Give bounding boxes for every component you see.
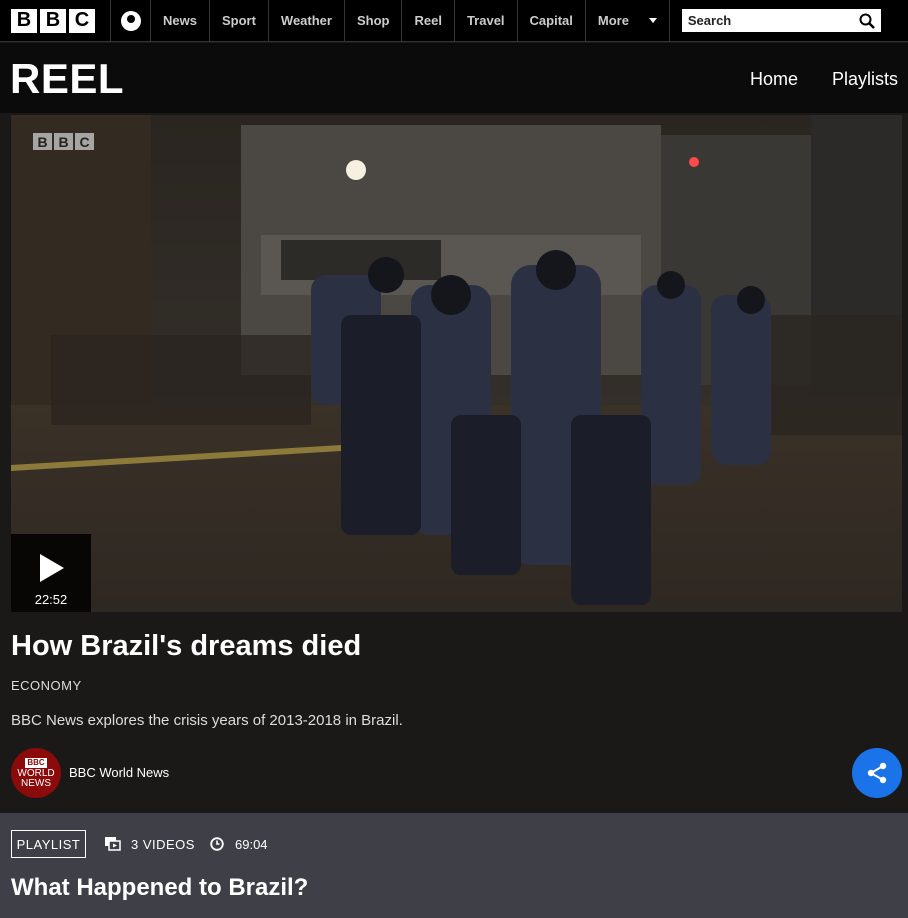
bbc-logo-block: B (11, 8, 37, 33)
bbc-watermark-block: B (54, 133, 73, 150)
reel-header: REEL Home Playlists (0, 43, 908, 113)
bbc-logo-block: C (69, 8, 95, 33)
source-logo-line: WORLD (17, 767, 55, 779)
reel-nav-home[interactable]: Home (750, 69, 798, 90)
bbc-watermark: B B C (33, 133, 94, 150)
reel-nav-playlists[interactable]: Playlists (832, 69, 898, 90)
account-icon (120, 10, 141, 31)
source-logo[interactable]: BBC WORLD NEWS (11, 748, 61, 798)
chevron-down-icon (648, 18, 657, 23)
play-icon (40, 554, 64, 582)
nav-news[interactable]: News (151, 0, 210, 41)
search-input[interactable]: Search (681, 9, 881, 32)
top-navigation: B B C News Sport Weather Shop Reel Trave… (0, 0, 908, 42)
bbc-logo[interactable]: B B C (0, 0, 110, 41)
playlist-video-count: 3 VIDEOS (131, 837, 195, 852)
video-player[interactable]: B B C 22:52 (11, 115, 902, 612)
nav-travel[interactable]: Travel (455, 0, 518, 41)
source-logo-line: NEWS (21, 777, 51, 789)
bbc-watermark-block: C (75, 133, 94, 150)
source-name[interactable]: BBC World News (69, 765, 169, 780)
video-category[interactable]: ECONOMY (11, 678, 82, 693)
video-description: BBC News explores the crisis years of 20… (11, 712, 403, 729)
share-icon (867, 762, 887, 784)
bbc-logo-block: B (40, 8, 66, 33)
search-label: Search (687, 13, 732, 28)
playlist-duration: 69:04 (235, 837, 268, 852)
bbc-watermark-block: B (33, 133, 52, 150)
nav-weather[interactable]: Weather (269, 0, 345, 41)
source-logo-top: BBC (25, 757, 47, 768)
nav-shop[interactable]: Shop (345, 0, 403, 41)
playlist-title[interactable]: What Happened to Brazil? (11, 874, 308, 902)
nav-capital[interactable]: Capital (518, 0, 586, 41)
nav-more-label: More (597, 13, 629, 28)
nav-reel[interactable]: Reel (402, 0, 455, 41)
play-button[interactable]: 22:52 (11, 534, 91, 612)
videos-icon (105, 837, 121, 851)
search-icon[interactable] (859, 13, 875, 29)
clock-icon (210, 837, 224, 851)
video-duration: 22:52 (34, 592, 68, 607)
video-headline: How Brazil's dreams died (11, 630, 362, 662)
video-thumbnail (11, 115, 902, 612)
playlist-section: PLAYLIST 3 VIDEOS 69:04 What Happened to… (0, 813, 908, 918)
nav-more-button[interactable]: More (586, 0, 670, 41)
account-button[interactable] (110, 0, 151, 41)
share-button[interactable] (852, 748, 902, 798)
nav-sport[interactable]: Sport (210, 0, 269, 41)
reel-logo[interactable]: REEL (10, 55, 124, 103)
playlist-badge: PLAYLIST (11, 830, 86, 858)
